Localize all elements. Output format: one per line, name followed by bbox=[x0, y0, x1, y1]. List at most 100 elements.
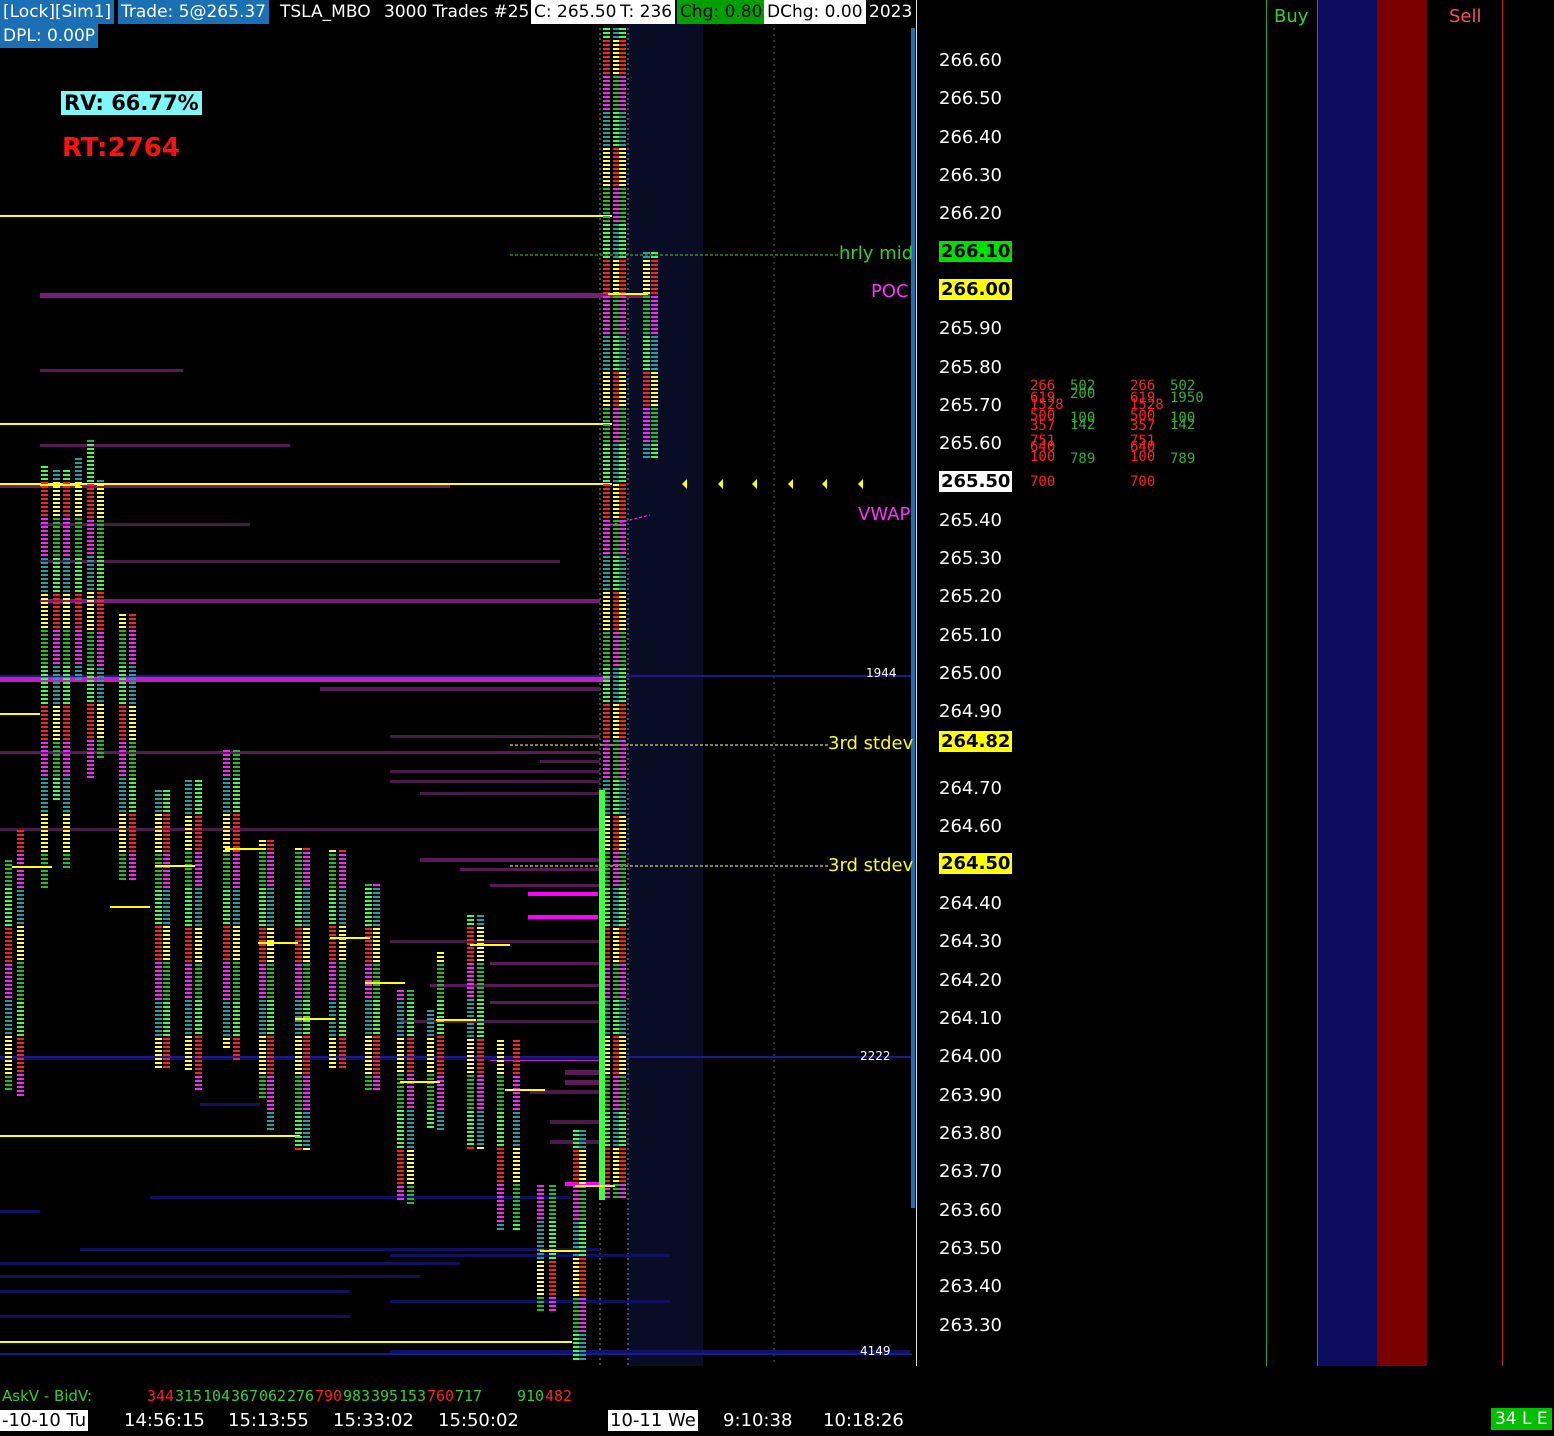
footprint-cell bbox=[651, 304, 658, 306]
price-axis[interactable]: 266.60 266.50 266.40 266.30 266.20 265.90 265.… bbox=[916, 0, 1027, 1366]
footprint-cell bbox=[437, 1000, 444, 1002]
footprint-cell bbox=[613, 820, 620, 822]
footprint-cell bbox=[295, 860, 302, 862]
footprint-cell bbox=[437, 1072, 444, 1074]
footprint-cell bbox=[119, 646, 126, 648]
footprint-cell bbox=[613, 536, 620, 538]
footprint-cell bbox=[603, 92, 610, 94]
sell-column[interactable] bbox=[1377, 0, 1427, 1366]
footprint-cell bbox=[373, 904, 380, 906]
chart-area[interactable]: [Lock][Sim1] Trade: 5@265.37 TSLA_MBO 30… bbox=[0, 0, 916, 1366]
footprint-cell bbox=[223, 966, 230, 968]
footprint-cell bbox=[339, 1042, 346, 1044]
footprint-cell bbox=[619, 1032, 626, 1034]
footprint-cell bbox=[619, 88, 626, 90]
footprint-cell bbox=[619, 512, 626, 514]
footprint-cell bbox=[259, 1008, 266, 1010]
footprint-cell bbox=[573, 1226, 580, 1228]
footprint-cell bbox=[365, 972, 372, 974]
footprint-cell bbox=[267, 944, 274, 946]
footprint-cell bbox=[295, 1012, 302, 1014]
footprint-cell bbox=[185, 1004, 192, 1006]
footprint-cell bbox=[467, 1099, 474, 1101]
buy-column[interactable] bbox=[1317, 0, 1377, 1366]
footprint-cell bbox=[619, 840, 626, 842]
footprint-cell bbox=[5, 908, 12, 910]
footprint-cell bbox=[155, 966, 162, 968]
footprint-cell bbox=[259, 1096, 266, 1098]
footprint-cell bbox=[497, 1052, 504, 1054]
footprint-cell bbox=[619, 648, 626, 650]
bar-poc-marker bbox=[258, 942, 298, 944]
footprint-cell bbox=[129, 746, 136, 748]
footprint-cell bbox=[97, 676, 104, 678]
footprint-cell bbox=[87, 560, 94, 562]
footprint-cell bbox=[329, 1062, 336, 1064]
footprint-cell bbox=[259, 840, 266, 842]
footprint-cell bbox=[119, 710, 126, 712]
footprint-cell bbox=[603, 444, 610, 446]
footprint-cell bbox=[53, 498, 60, 500]
footprint-cell bbox=[579, 1282, 586, 1284]
footprint-cell bbox=[619, 768, 626, 770]
footprint-cell bbox=[63, 474, 70, 476]
footprint-cell bbox=[613, 668, 620, 670]
footprint-cell bbox=[619, 564, 626, 566]
footprint-cell bbox=[603, 176, 610, 178]
footprint-cell bbox=[427, 1118, 434, 1120]
footprint-cell bbox=[613, 876, 620, 878]
footprint-cell bbox=[63, 642, 70, 644]
footprint-cell bbox=[303, 968, 310, 970]
chart-plot[interactable] bbox=[0, 0, 916, 1366]
footprint-cell bbox=[619, 468, 626, 470]
footprint-cell bbox=[407, 1058, 414, 1060]
footprint-cell bbox=[613, 748, 620, 750]
footprint-cell bbox=[129, 730, 136, 732]
footprint-cell bbox=[41, 790, 48, 792]
footprint-cell bbox=[613, 1064, 620, 1066]
footprint-cell bbox=[5, 956, 12, 958]
footprint-cell bbox=[613, 1188, 620, 1190]
footprint-cell bbox=[87, 680, 94, 682]
footprint-cell bbox=[477, 1103, 484, 1105]
footprint-cell bbox=[339, 1022, 346, 1024]
footprint-cell bbox=[185, 1012, 192, 1014]
footprint-cell bbox=[613, 892, 620, 894]
footprint-cell bbox=[613, 368, 620, 370]
footprint-cell bbox=[467, 979, 474, 981]
footprint-cell bbox=[477, 1015, 484, 1017]
footprint-cell bbox=[477, 1123, 484, 1125]
footprint-cell bbox=[185, 992, 192, 994]
footprint-cell bbox=[613, 660, 620, 662]
askv-bidv-value: 395 bbox=[370, 1387, 399, 1405]
footprint-cell bbox=[295, 852, 302, 854]
footprint-cell bbox=[53, 550, 60, 552]
footprint-cell bbox=[619, 588, 626, 590]
footprint-cell bbox=[613, 1056, 620, 1058]
footprint-cell bbox=[75, 650, 82, 652]
footprint-cell bbox=[267, 864, 274, 866]
footprint-cell bbox=[537, 1269, 544, 1271]
footprint-cell bbox=[259, 972, 266, 974]
footprint-cell bbox=[17, 930, 24, 932]
footprint-cell bbox=[267, 1000, 274, 1002]
footprint-cell bbox=[619, 1168, 626, 1170]
footprint-cell bbox=[603, 684, 610, 686]
footprint-cell bbox=[129, 718, 136, 720]
footprint-cell bbox=[619, 804, 626, 806]
footprint-cell bbox=[233, 810, 240, 812]
footprint-cell bbox=[295, 1076, 302, 1078]
footprint-cell bbox=[303, 920, 310, 922]
footprint-cell bbox=[267, 892, 274, 894]
footprint-cell bbox=[613, 208, 620, 210]
footprint-cell bbox=[267, 1008, 274, 1010]
footprint-cell bbox=[573, 1298, 580, 1300]
footprint-cell bbox=[119, 750, 126, 752]
footprint-cell bbox=[397, 1138, 404, 1140]
footprint-cell bbox=[119, 714, 126, 716]
footprint-cell bbox=[17, 946, 24, 948]
footprint-cell bbox=[295, 912, 302, 914]
footprint-cell bbox=[579, 1226, 586, 1228]
footprint-cell bbox=[17, 878, 24, 880]
footprint-cell bbox=[195, 844, 202, 846]
